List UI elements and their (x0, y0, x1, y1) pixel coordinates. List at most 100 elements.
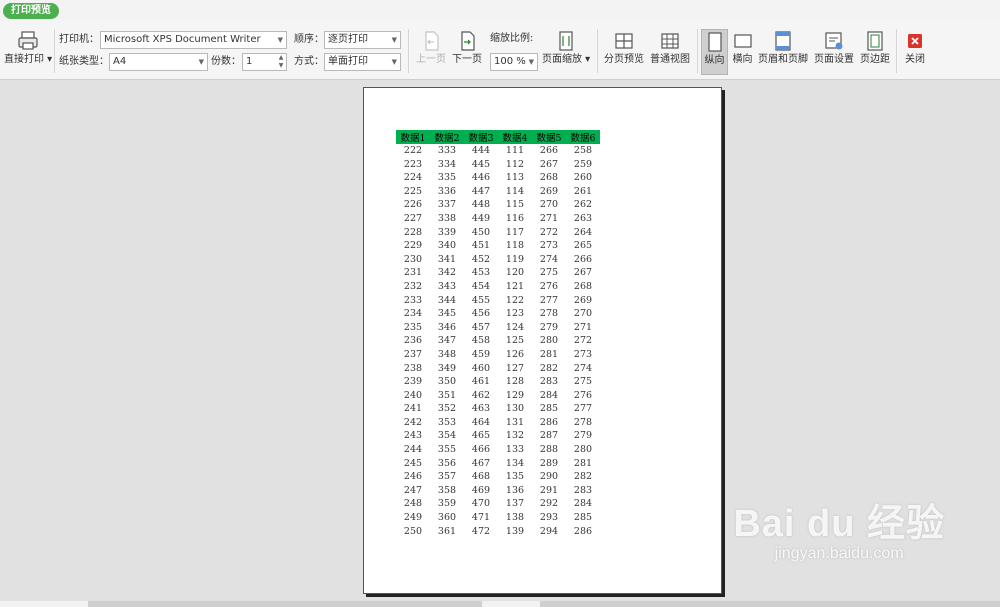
close-preview-button[interactable]: 关闭 (900, 29, 930, 75)
table-cell: 233 (403, 294, 423, 306)
separator (896, 29, 897, 73)
sheet-tab-area[interactable] (0, 601, 88, 607)
table-row: 239 350 461 128 283 275 (396, 375, 600, 389)
table-cell: 137 (505, 498, 525, 510)
page-setup-icon (825, 32, 843, 50)
table-cell: 282 (539, 362, 559, 374)
page-break-preview-button[interactable]: 分页预览 (602, 29, 646, 75)
zoom-select[interactable]: 100 % ▼ (490, 53, 538, 71)
table-cell: 349 (437, 362, 457, 374)
table-cell: 351 (437, 389, 457, 401)
table-cell: 277 (573, 403, 593, 415)
chevron-down-icon: ▼ (391, 36, 397, 44)
column-header: 数据6 (566, 130, 600, 144)
table-cell: 124 (505, 321, 525, 333)
table-cell: 361 (437, 525, 457, 537)
paper-select[interactable]: A4 ▼ (109, 53, 208, 71)
table-cell: 268 (573, 280, 593, 292)
table-cell: 267 (573, 267, 593, 279)
table-cell: 123 (505, 308, 525, 320)
table-cell: 273 (573, 348, 593, 360)
order-label: 顺序： (294, 34, 324, 45)
table-cell: 284 (573, 498, 593, 510)
table-cell: 286 (573, 525, 593, 537)
separator (697, 29, 698, 73)
page-zoom-button[interactable]: 页面缩放 ▾ (542, 29, 590, 75)
table-cell: 292 (539, 498, 559, 510)
table-cell: 228 (403, 226, 423, 238)
table-row: 246 357 468 135 290 282 (396, 470, 600, 484)
table-cell: 457 (471, 321, 491, 333)
table-cell: 249 (403, 512, 423, 524)
header-footer-button[interactable]: 页眉和页脚 (757, 29, 809, 75)
table-cell: 289 (539, 457, 559, 469)
page-setup-button[interactable]: 页面设置 (812, 29, 856, 75)
table-row: 247 358 469 136 291 283 (396, 484, 600, 498)
table-cell: 277 (539, 294, 559, 306)
table-cell: 126 (505, 348, 525, 360)
table-cell: 458 (471, 335, 491, 347)
table-row: 250 361 472 139 294 286 (396, 525, 600, 539)
printer-label: 打印机： (59, 34, 99, 45)
chevron-down-icon: ▼ (528, 58, 534, 66)
table-cell: 271 (539, 212, 559, 224)
table-cell: 266 (539, 145, 559, 156)
portrait-button[interactable]: 纵向 (701, 29, 728, 75)
table-cell: 294 (539, 525, 559, 537)
prev-page-button[interactable]: 上一页 (414, 29, 448, 75)
separator (597, 29, 598, 73)
table-cell: 227 (403, 212, 423, 224)
table-cell: 281 (573, 457, 593, 469)
table-cell: 270 (539, 199, 559, 211)
sheet-tab-active[interactable] (482, 601, 540, 607)
order-select[interactable]: 逐页打印 ▼ (324, 31, 401, 49)
tab-print-preview[interactable]: 打印预览 (3, 3, 59, 19)
paper-label: 纸张类型： (59, 56, 109, 67)
table-cell: 269 (573, 294, 593, 306)
table-cell: 119 (505, 253, 525, 265)
column-header: 数据3 (464, 130, 498, 144)
table-cell: 239 (403, 376, 423, 388)
table-row: 233 344 455 122 277 269 (396, 294, 600, 308)
table-cell: 472 (471, 525, 491, 537)
table-cell: 465 (471, 430, 491, 442)
table-row: 236 347 458 125 280 272 (396, 334, 600, 348)
table-cell: 130 (505, 403, 525, 415)
table-cell: 337 (437, 199, 457, 211)
direct-print-button[interactable]: 直接打印 ▾ (4, 29, 52, 75)
table-cell: 260 (573, 172, 593, 184)
table-cell: 245 (403, 457, 423, 469)
table-cell: 291 (539, 484, 559, 496)
table-header-row: 数据1 数据2 数据3 数据4 数据5 数据6 (396, 130, 600, 144)
table-cell: 285 (573, 512, 593, 524)
table-cell: 354 (437, 430, 457, 442)
table-cell: 339 (437, 226, 457, 238)
copies-stepper[interactable]: 1 ▲ ▼ (242, 53, 287, 71)
table-row: 222 333 444 111 266 258 (396, 144, 600, 158)
table-row: 230 341 452 119 274 266 (396, 253, 600, 267)
table-cell: 237 (403, 348, 423, 360)
table-cell: 234 (403, 308, 423, 320)
table-cell: 240 (403, 389, 423, 401)
table-cell: 451 (471, 240, 491, 252)
table-cell: 244 (403, 444, 423, 456)
table-cell: 241 (403, 403, 423, 415)
print-preview-toolbar: 直接打印 ▾ 打印机： Microsoft XPS Document Write… (0, 21, 1000, 80)
table-cell: 273 (539, 240, 559, 252)
mode-select[interactable]: 单面打印 ▼ (324, 53, 401, 71)
normal-view-button[interactable]: 普通视图 (648, 29, 692, 75)
printer-select[interactable]: Microsoft XPS Document Writer ▼ (100, 31, 287, 49)
table-cell: 446 (471, 172, 491, 184)
column-header: 数据1 (396, 130, 430, 144)
stepper-arrows-icon[interactable]: ▲ ▼ (277, 54, 285, 70)
table-cell: 340 (437, 240, 457, 252)
table-row: 243 354 465 132 287 279 (396, 429, 600, 443)
column-header: 数据5 (532, 130, 566, 144)
table-cell: 352 (437, 403, 457, 415)
table-cell: 336 (437, 185, 457, 197)
margins-button[interactable]: 页边距 (858, 29, 892, 75)
table-row: 227 338 449 116 271 263 (396, 212, 600, 226)
next-page-button[interactable]: 下一页 (450, 29, 484, 75)
landscape-button[interactable]: 横向 (729, 29, 756, 75)
table-cell: 283 (539, 376, 559, 388)
